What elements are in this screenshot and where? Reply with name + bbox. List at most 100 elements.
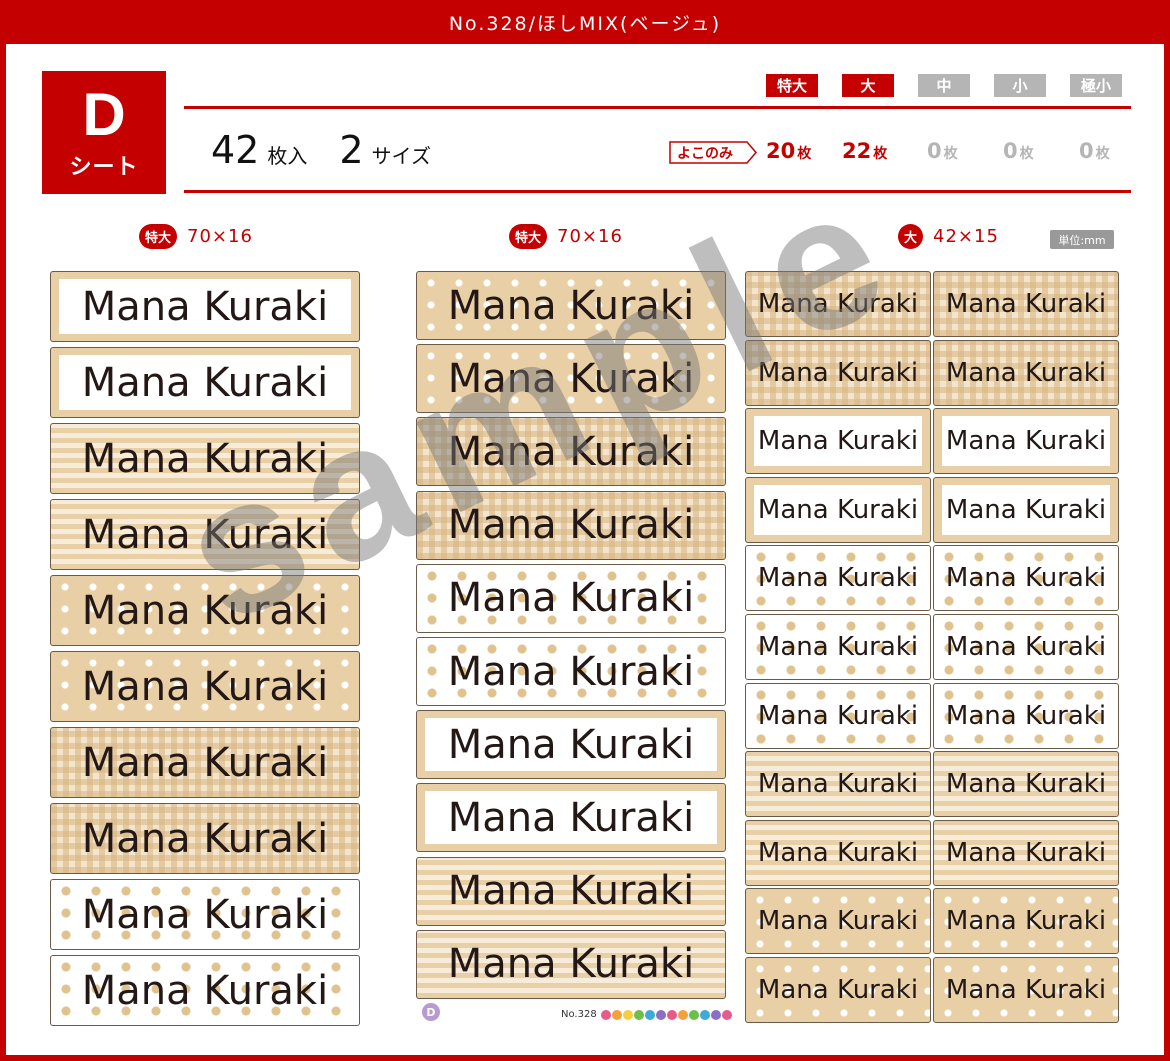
label-name: Mana Kuraki (757, 426, 919, 457)
count-value: 42 (211, 128, 260, 172)
label-name: Mana Kuraki (945, 632, 1107, 662)
label-name: Mana Kuraki (81, 587, 329, 634)
quantity-unit: 枚 (943, 146, 958, 162)
quantity-number: 0 (1079, 139, 1094, 163)
name-label: Mana Kuraki (745, 957, 931, 1023)
label-name: Mana Kuraki (945, 494, 1107, 525)
name-label: Mana Kuraki (933, 339, 1119, 406)
name-label: Mana Kuraki (416, 344, 726, 414)
label-name: Mana Kuraki (757, 632, 919, 662)
sizes-unit: サイズ (371, 144, 431, 168)
sheet-type-badge: D シート (42, 71, 166, 194)
name-label: Mana Kuraki (416, 856, 726, 926)
count-unit: 枚入 (267, 144, 308, 168)
label-name: Mana Kuraki (757, 700, 919, 731)
name-label: Mana Kuraki (50, 955, 360, 1026)
label-name: Mana Kuraki (81, 359, 329, 406)
label-name: Mana Kuraki (757, 975, 919, 1005)
label-name: Mana Kuraki (447, 428, 695, 475)
label-name: Mana Kuraki (81, 435, 329, 482)
name-label: Mana Kuraki (933, 957, 1119, 1023)
name-label: Mana Kuraki (933, 545, 1119, 612)
footer-sheet-badge: D (422, 1003, 440, 1021)
size-badge: 特大 (509, 224, 548, 249)
top-divider (184, 106, 1131, 109)
page-title: No.328/ほしMIX(ベージュ) (448, 12, 722, 35)
quantity: 0枚 (1079, 139, 1110, 163)
label-name: Mana Kuraki (81, 815, 329, 862)
name-label: Mana Kuraki (416, 929, 726, 999)
label-name: Mana Kuraki (447, 575, 695, 622)
name-label: Mana Kuraki (933, 682, 1119, 749)
label-name: Mana Kuraki (447, 282, 695, 329)
name-label: Mana Kuraki (50, 575, 360, 646)
quantity-number: 20 (766, 139, 796, 163)
footer-number: No.328 (561, 1009, 597, 1020)
label-name: Mana Kuraki (945, 700, 1107, 731)
quantity: 20 枚 (766, 139, 811, 163)
name-label: Mana Kuraki (416, 710, 726, 780)
label-name: Mana Kuraki (447, 355, 695, 402)
quantity-number: 0 (927, 139, 942, 163)
title-bar: No.328/ほしMIX(ベージュ) (0, 0, 1170, 44)
name-label: Mana Kuraki (745, 888, 931, 955)
name-label: Mana Kuraki (416, 271, 726, 340)
name-label: Mana Kuraki (416, 417, 726, 487)
dimensions: 70×16 (557, 226, 623, 247)
yoko-label: よこのみ (677, 146, 733, 162)
name-label: Mana Kuraki (50, 651, 360, 722)
summary: 42 枚入 2 サイズ (211, 128, 463, 172)
bottom-divider (184, 190, 1131, 193)
name-label: Mana Kuraki (933, 408, 1119, 475)
brand-logo-icon (600, 1009, 733, 1020)
size-chip: 特大 (766, 74, 818, 97)
name-label: Mana Kuraki (933, 888, 1119, 955)
name-label: Mana Kuraki (416, 490, 726, 560)
name-label: Mana Kuraki (933, 751, 1119, 818)
label-name: Mana Kuraki (81, 967, 329, 1014)
name-label: Mana Kuraki (50, 499, 360, 570)
label-name: Mana Kuraki (757, 769, 919, 800)
name-label: Mana Kuraki (933, 476, 1119, 543)
label-name: Mana Kuraki (945, 837, 1107, 868)
footer-product: No.328 (561, 1009, 733, 1020)
label-name: Mana Kuraki (81, 663, 329, 710)
name-label: Mana Kuraki (745, 545, 931, 612)
label-name: Mana Kuraki (447, 868, 695, 915)
label-name: Mana Kuraki (757, 289, 919, 319)
sheet-letter: D (82, 81, 126, 148)
unit-label: 単位:mm (1050, 230, 1114, 249)
size-badge: 大 (898, 224, 924, 249)
quantity: 0枚 (1003, 139, 1034, 163)
name-label: Mana Kuraki (416, 783, 726, 853)
label-name: Mana Kuraki (447, 502, 695, 549)
name-label: Mana Kuraki (50, 423, 360, 494)
quantity-unit: 枚 (1019, 146, 1034, 162)
size-badge: 特大 (139, 224, 178, 249)
size-chip: 小 (994, 74, 1046, 97)
label-name: Mana Kuraki (447, 941, 695, 988)
label-name: Mana Kuraki (945, 357, 1107, 388)
column-header: 大 42×15 (898, 224, 999, 249)
label-name: Mana Kuraki (757, 357, 919, 388)
name-label: Mana Kuraki (933, 819, 1119, 886)
name-label: Mana Kuraki (50, 727, 360, 798)
name-label: Mana Kuraki (50, 803, 360, 874)
name-label: Mana Kuraki (745, 751, 931, 818)
label-name: Mana Kuraki (757, 837, 919, 868)
name-label: Mana Kuraki (745, 476, 931, 543)
dimensions: 42×15 (933, 226, 999, 247)
quantity-number: 22 (842, 139, 872, 163)
size-chip: 中 (918, 74, 970, 97)
name-label: Mana Kuraki (745, 271, 931, 337)
name-label: Mana Kuraki (933, 271, 1119, 337)
label-name: Mana Kuraki (81, 739, 329, 786)
label-name: Mana Kuraki (945, 906, 1107, 937)
name-label: Mana Kuraki (50, 271, 360, 342)
label-name: Mana Kuraki (757, 494, 919, 525)
label-name: Mana Kuraki (945, 563, 1107, 594)
name-label: Mana Kuraki (416, 563, 726, 633)
quantity-unit: 枚 (797, 146, 812, 162)
label-name: Mana Kuraki (945, 769, 1107, 800)
name-label: Mana Kuraki (745, 819, 931, 886)
